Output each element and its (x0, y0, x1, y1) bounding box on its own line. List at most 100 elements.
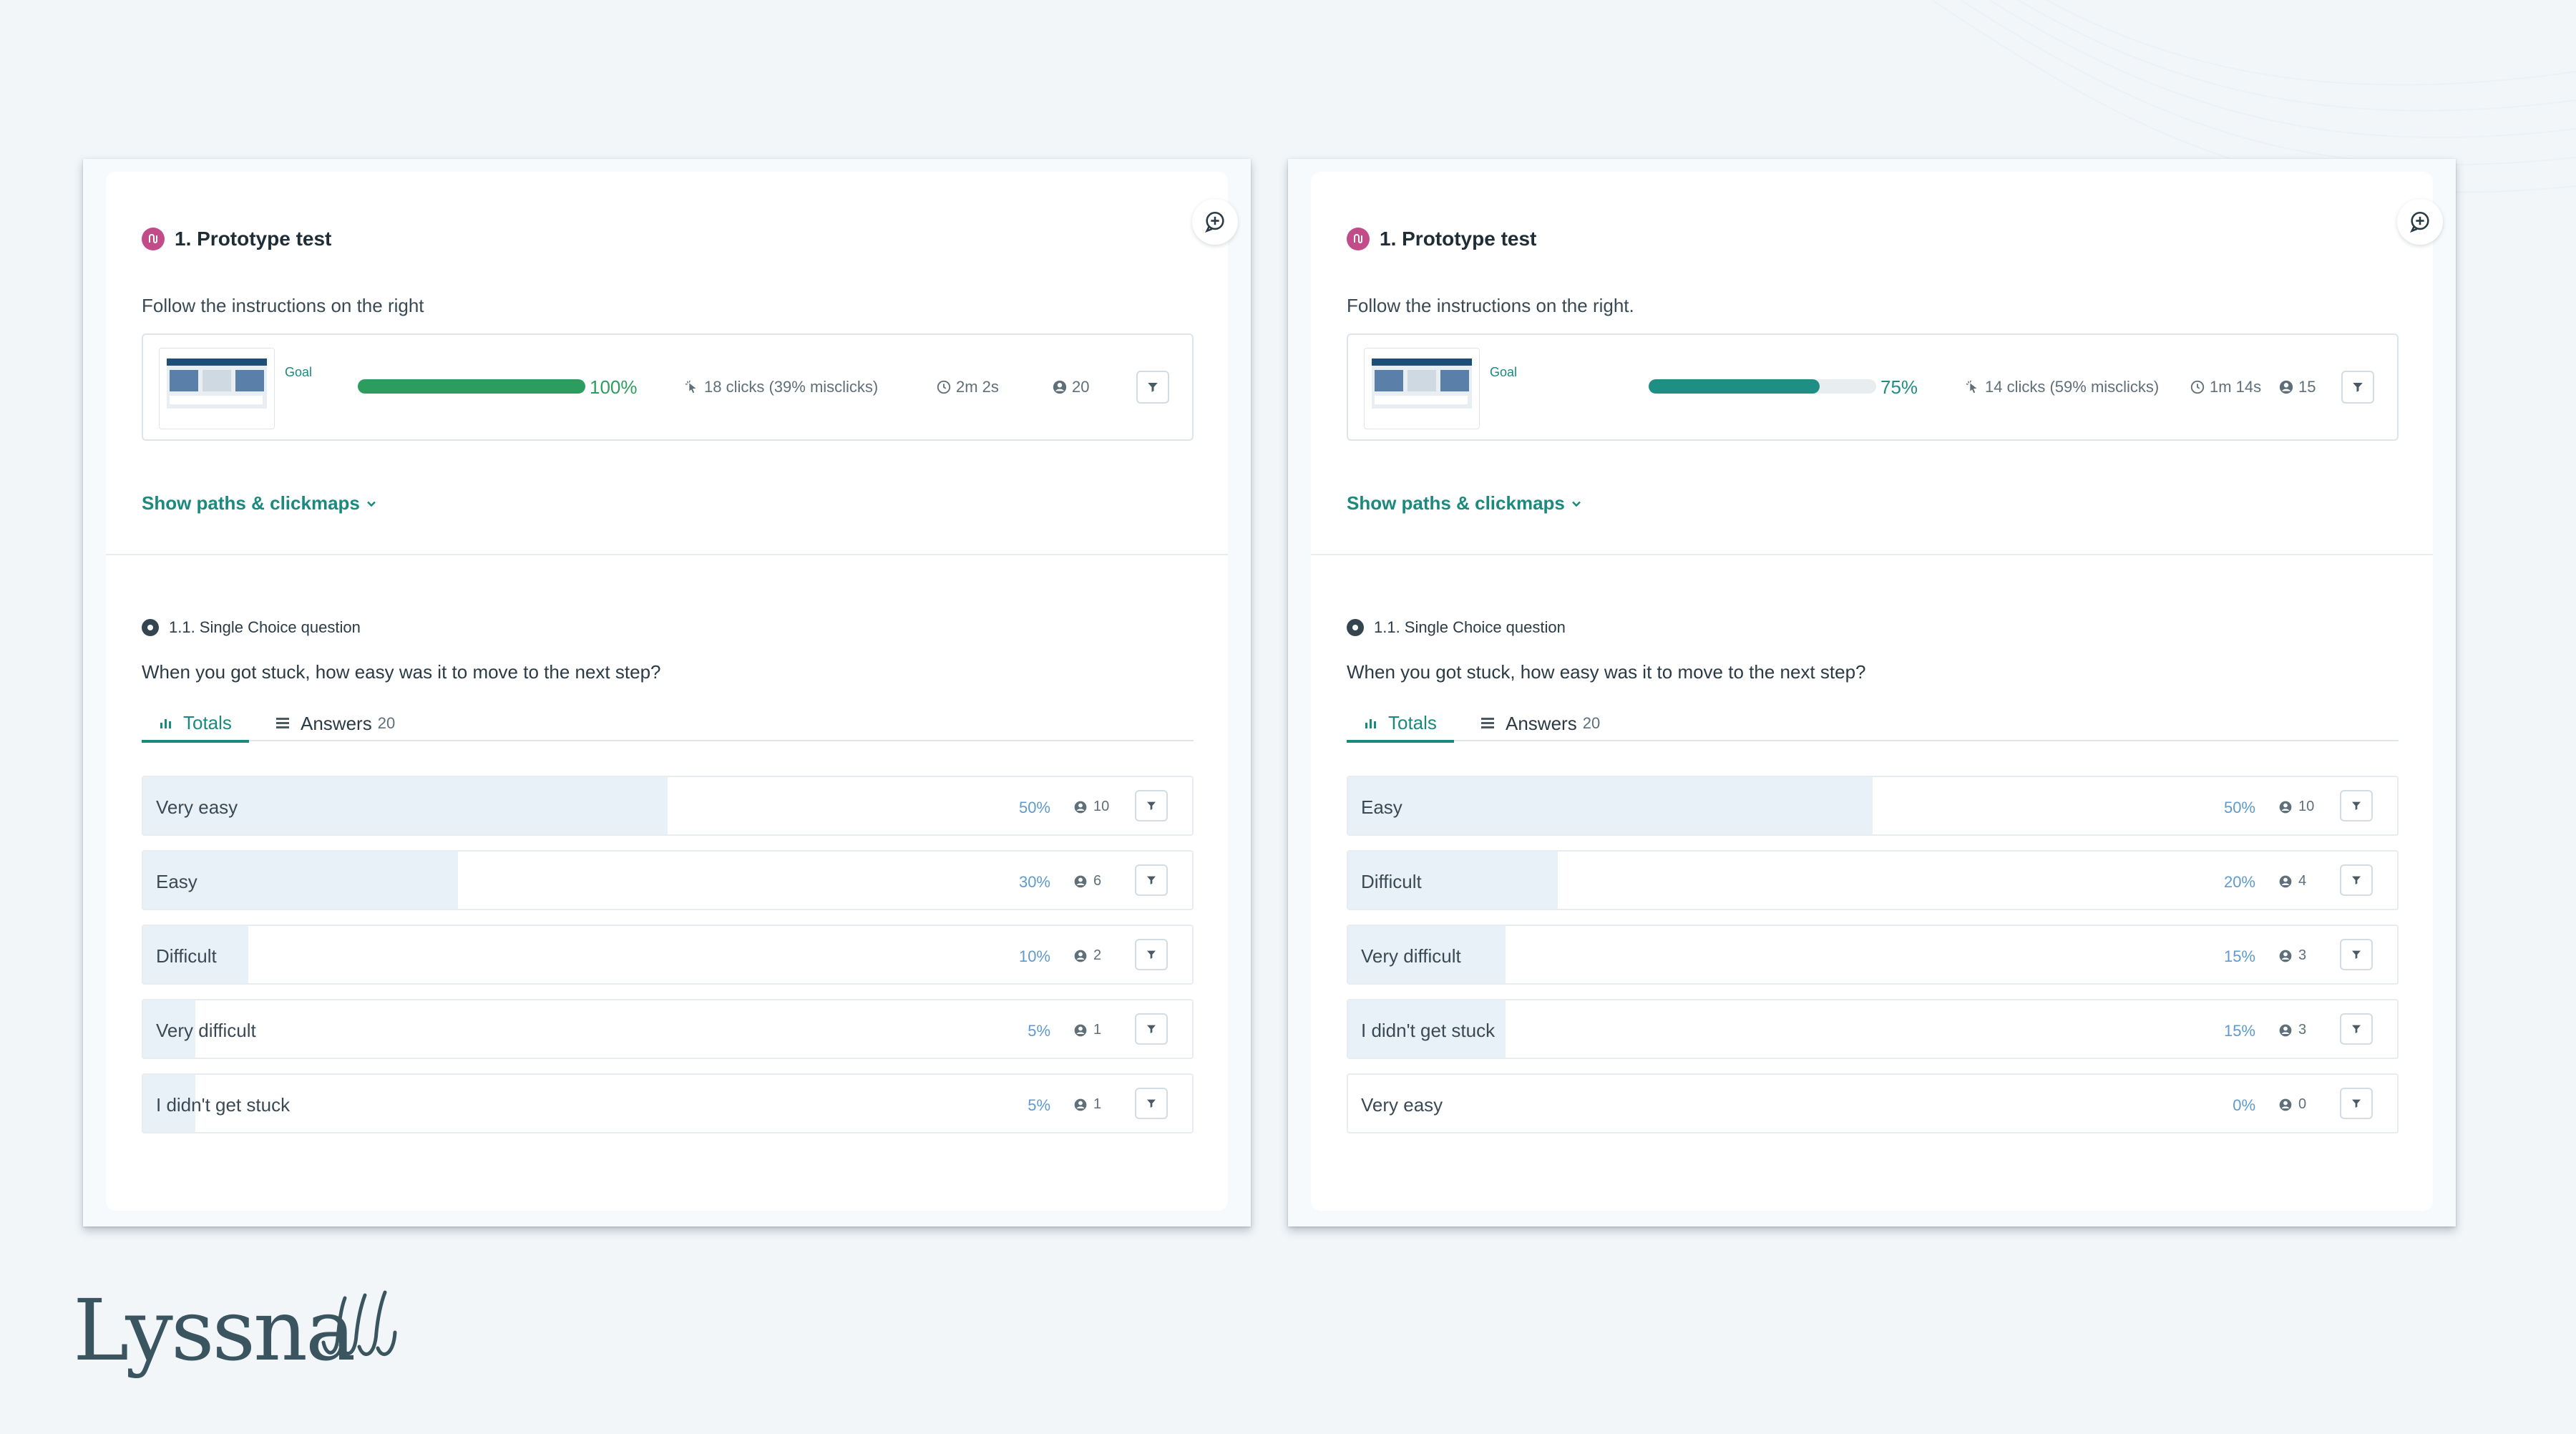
answer-filter-button[interactable] (2340, 1088, 2373, 1119)
answer-percentage: 5% (1028, 1096, 1050, 1114)
participants-stat: 20 (1052, 378, 1089, 396)
answer-filter-button[interactable] (1135, 790, 1168, 821)
answer-filter-button[interactable] (2340, 864, 2373, 896)
tab-answers-label: Answers (1506, 712, 1577, 734)
clicks-text: 14 clicks (59% misclicks) (1985, 378, 2160, 396)
user-icon (1053, 380, 1067, 394)
user-icon (2279, 1098, 2292, 1111)
success-progress-fill (1649, 379, 1820, 394)
prototype-thumbnail[interactable] (1364, 348, 1480, 429)
answer-count-value: 2 (1093, 947, 1102, 963)
answer-filter-button[interactable] (2340, 790, 2373, 821)
answer-count: 10 (1073, 799, 1109, 815)
answer-filter-button[interactable] (1135, 939, 1168, 970)
task-instructions: Follow the instructions on the right (142, 295, 424, 316)
duration-text: 2m 2s (956, 378, 999, 396)
answer-label: Very easy (1361, 1094, 1443, 1116)
section-title: 1. Prototype test (142, 228, 331, 250)
user-icon (1074, 875, 1087, 887)
filter-icon (1148, 383, 1158, 392)
single-choice-icon (1347, 619, 1364, 636)
clock-icon (2190, 380, 2205, 394)
answers-count: 20 (1582, 714, 1601, 732)
answer-count-value: 0 (2298, 1096, 2307, 1112)
answer-filter-button[interactable] (1135, 1088, 1168, 1119)
user-icon (1074, 1024, 1087, 1036)
answer-count: 3 (2278, 1022, 2306, 1038)
answer-filter-button[interactable] (1135, 864, 1168, 896)
show-paths-toggle[interactable]: Show paths & clickmaps (142, 492, 379, 514)
list-icon (1481, 718, 1494, 728)
section-title: 1. Prototype test (1347, 228, 1536, 250)
answer-filter-button[interactable] (1135, 1013, 1168, 1045)
goal-filter-button[interactable] (1136, 371, 1169, 404)
add-comment-button[interactable] (1192, 199, 1238, 245)
answer-percentage: 0% (2233, 1096, 2255, 1114)
answer-count-value: 10 (1093, 799, 1110, 814)
question-text: When you got stuck, how easy was it to m… (142, 661, 661, 683)
success-progress-bar (358, 379, 585, 394)
filter-icon (2353, 383, 2363, 392)
answer-percentage: 30% (1018, 873, 1050, 891)
prototype-icon (142, 228, 165, 250)
filter-icon (2352, 1025, 2361, 1033)
answer-count-value: 1 (1093, 1096, 1102, 1112)
filter-icon (1147, 876, 1156, 884)
answer-label: Difficult (1361, 871, 1422, 892)
tab-totals-label: Totals (1388, 711, 1437, 733)
results-panel-left: 1. Prototype test Follow the instruction… (83, 159, 1251, 1226)
answer-percentage: 20% (2223, 873, 2255, 891)
answer-filter-button[interactable] (2340, 1013, 2373, 1045)
filter-icon (1147, 1099, 1156, 1108)
answer-percentage: 10% (1018, 947, 1050, 965)
success-progress-bar (1649, 379, 1876, 394)
answer-percentage: 50% (2223, 799, 2255, 816)
answer-row: Very difficult 5% 1 (142, 999, 1194, 1059)
user-icon (2279, 801, 2292, 813)
task-instructions: Follow the instructions on the right. (1347, 295, 1634, 316)
answer-row: Very easy 50% 10 (142, 776, 1194, 836)
answer-label: I didn't get stuck (1361, 1020, 1496, 1041)
results-card: 1. Prototype test Follow the instruction… (1311, 172, 2443, 1211)
answer-row: Easy 50% 10 (1347, 776, 2399, 836)
tab-answers[interactable]: Answers 20 (1480, 706, 1600, 741)
participants-stat: 15 (2278, 378, 2316, 396)
comment-plus-icon (1205, 211, 1224, 233)
answer-row: Difficult 20% 4 (1347, 850, 2399, 910)
goal-summary: Goal 75% 14 clicks (59% misclicks) 1m 14… (1347, 333, 2399, 441)
answer-count-value: 3 (2298, 1022, 2307, 1038)
answer-count: 6 (1073, 873, 1101, 889)
user-icon (1074, 950, 1087, 962)
answer-count-value: 4 (2298, 873, 2307, 889)
filter-icon (2352, 801, 2361, 810)
show-paths-label: Show paths & clickmaps (142, 492, 360, 514)
show-paths-label: Show paths & clickmaps (1347, 492, 1565, 514)
user-icon (2279, 1024, 2292, 1036)
user-icon (1074, 801, 1087, 813)
answer-count: 3 (2278, 947, 2306, 964)
bar-chart-icon (1365, 719, 1376, 728)
comment-plus-icon (2410, 211, 2429, 233)
filter-icon (2352, 876, 2361, 884)
goal-filter-button[interactable] (2341, 371, 2374, 404)
add-comment-button[interactable] (2397, 199, 2443, 245)
answer-label: Easy (1361, 796, 1402, 818)
filter-icon (1147, 1025, 1156, 1033)
tab-answers[interactable]: Answers 20 (275, 706, 395, 741)
chevron-down-icon (1571, 501, 1581, 507)
tab-totals-label: Totals (183, 711, 232, 733)
success-percentage: 100% (590, 376, 638, 398)
lyssna-wave-mark-icon (321, 1290, 397, 1356)
duration-text: 1m 14s (2210, 378, 2262, 396)
tab-totals[interactable]: Totals (1347, 706, 1454, 743)
prototype-thumbnail[interactable] (159, 348, 275, 429)
tab-totals[interactable]: Totals (142, 706, 249, 743)
answer-filter-button[interactable] (2340, 939, 2373, 970)
chevron-down-icon (366, 501, 376, 507)
answer-label: Difficult (156, 945, 217, 967)
answer-count-value: 6 (1093, 873, 1102, 889)
show-paths-toggle[interactable]: Show paths & clickmaps (1347, 492, 1584, 514)
bar-chart-icon (160, 719, 171, 728)
answer-count: 1 (1073, 1096, 1101, 1113)
user-icon (2279, 875, 2292, 887)
